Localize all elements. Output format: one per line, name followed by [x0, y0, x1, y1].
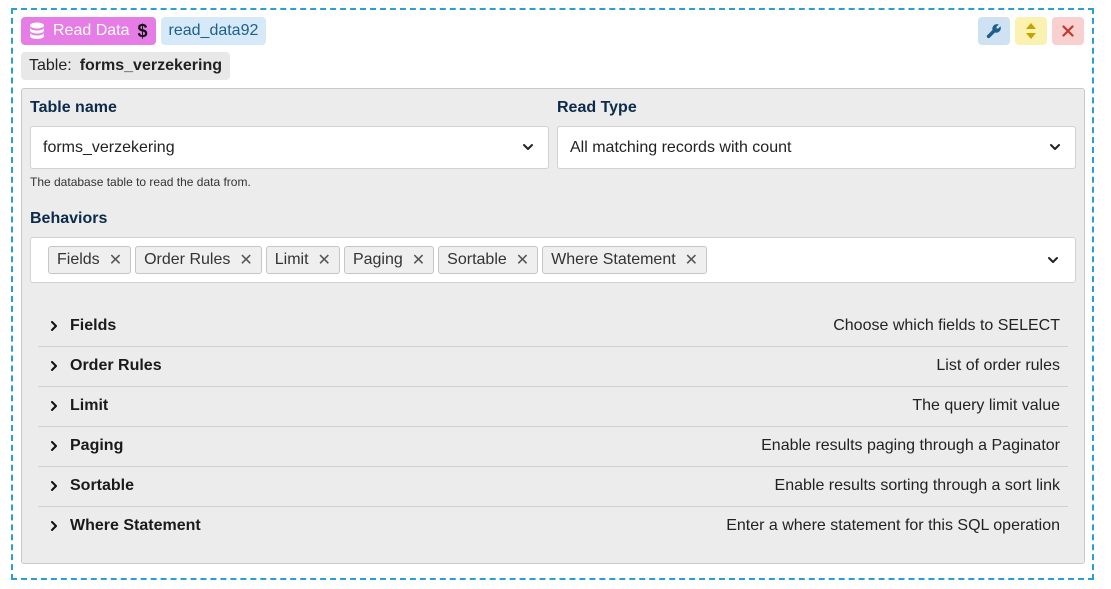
- read-type-value: All matching records with count: [570, 138, 792, 156]
- close-icon: [1062, 25, 1074, 37]
- block-tools: [978, 17, 1084, 45]
- behavior-tag-label: Where Statement: [551, 251, 676, 268]
- table-name-value: forms_verzekering: [43, 138, 175, 156]
- table-badge-prefix: Table:: [29, 57, 72, 74]
- behavior-tag-label: Order Rules: [144, 251, 231, 268]
- behavior-row-sortable[interactable]: Sortable Enable results sorting through …: [38, 467, 1068, 507]
- read-data-block: Read Data $ read_data92 Table: forms_ver…: [11, 8, 1094, 580]
- read-type-label: Read Type: [557, 99, 637, 116]
- behavior-row-desc: Enable results sorting through a sort li…: [774, 477, 1060, 494]
- chevron-right-icon: [51, 321, 57, 331]
- block-type-badge: Read Data $: [21, 17, 156, 45]
- behavior-tag-label: Sortable: [447, 251, 507, 268]
- chevron-down-icon[interactable]: [1047, 254, 1059, 266]
- behavior-tag: Limit ✕: [265, 246, 340, 274]
- remove-tag-icon[interactable]: ✕: [109, 250, 122, 270]
- behavior-row-where-statement[interactable]: Where Statement Enter a where statement …: [38, 507, 1068, 547]
- behavior-row-order-rules[interactable]: Order Rules List of order rules: [38, 347, 1068, 387]
- block-type-label: Read Data: [53, 22, 130, 39]
- behavior-tag-label: Limit: [274, 251, 309, 268]
- remove-tag-icon[interactable]: ✕: [516, 250, 529, 270]
- behavior-row-desc: Enter a where statement for this SQL ope…: [726, 517, 1060, 534]
- behavior-tag-label: Paging: [352, 251, 403, 268]
- behaviors-multiselect[interactable]: Fields ✕ Order Rules ✕ Limit ✕ Paging ✕ …: [30, 237, 1076, 283]
- remove-tag-icon[interactable]: ✕: [318, 250, 331, 270]
- block-header: Read Data $ read_data92: [21, 17, 267, 45]
- remove-block-button[interactable]: [1052, 17, 1084, 45]
- wrench-icon: [986, 24, 1001, 39]
- table-name-select[interactable]: forms_verzekering: [30, 126, 549, 169]
- behavior-tag: Fields ✕: [48, 246, 132, 274]
- behaviors-label: Behaviors: [30, 210, 108, 227]
- behavior-rows: Fields Choose which fields to SELECT Ord…: [38, 307, 1068, 547]
- block-settings-panel: Table name forms_verzekering The databas…: [21, 88, 1085, 564]
- behavior-row-name: Fields: [70, 317, 117, 334]
- behavior-tag: Paging ✕: [343, 246, 435, 274]
- chevron-right-icon: [51, 481, 57, 491]
- table-name-help: The database table to read the data from…: [30, 175, 251, 189]
- remove-tag-icon[interactable]: ✕: [412, 250, 425, 270]
- behavior-row-desc: List of order rules: [936, 357, 1060, 374]
- chevron-right-icon: [51, 521, 57, 531]
- behavior-row-desc: Enable results paging through a Paginato…: [761, 437, 1060, 454]
- table-badge: Table: forms_verzekering: [21, 52, 230, 80]
- behavior-row-fields[interactable]: Fields Choose which fields to SELECT: [38, 307, 1068, 347]
- behavior-tag: Where Statement ✕: [542, 246, 708, 274]
- chevron-down-icon: [1050, 144, 1060, 150]
- behavior-tag-label: Fields: [57, 251, 100, 268]
- behavior-tag: Sortable ✕: [438, 246, 539, 274]
- behavior-tag-list: Fields ✕ Order Rules ✕ Limit ✕ Paging ✕ …: [48, 246, 708, 274]
- behavior-row-desc: Choose which fields to SELECT: [833, 317, 1060, 334]
- behavior-row-name: Order Rules: [70, 357, 162, 374]
- remove-tag-icon[interactable]: ✕: [239, 250, 252, 270]
- behavior-row-name: Paging: [70, 437, 124, 454]
- database-icon: [30, 22, 44, 39]
- behavior-row-limit[interactable]: Limit The query limit value: [38, 387, 1068, 427]
- behavior-tag: Order Rules ✕: [135, 246, 262, 274]
- chevron-right-icon: [51, 401, 57, 411]
- table-badge-value: forms_verzekering: [79, 57, 222, 74]
- dollar-icon: $: [137, 20, 148, 41]
- behavior-row-paging[interactable]: Paging Enable results paging through a P…: [38, 427, 1068, 467]
- read-type-select[interactable]: All matching records with count: [557, 126, 1076, 169]
- table-name-label: Table name: [30, 99, 117, 116]
- chevron-down-icon: [523, 144, 533, 150]
- remove-tag-icon[interactable]: ✕: [685, 250, 698, 270]
- block-name-badge[interactable]: read_data92: [160, 17, 267, 45]
- move-button[interactable]: [1015, 17, 1047, 45]
- settings-button[interactable]: [978, 17, 1010, 45]
- behavior-row-name: Where Statement: [70, 517, 201, 534]
- up-down-arrows-icon: [1026, 23, 1036, 39]
- behavior-row-desc: The query limit value: [912, 397, 1060, 414]
- chevron-right-icon: [51, 361, 57, 371]
- behavior-row-name: Sortable: [70, 477, 135, 494]
- behavior-row-name: Limit: [70, 397, 109, 414]
- chevron-right-icon: [51, 441, 57, 451]
